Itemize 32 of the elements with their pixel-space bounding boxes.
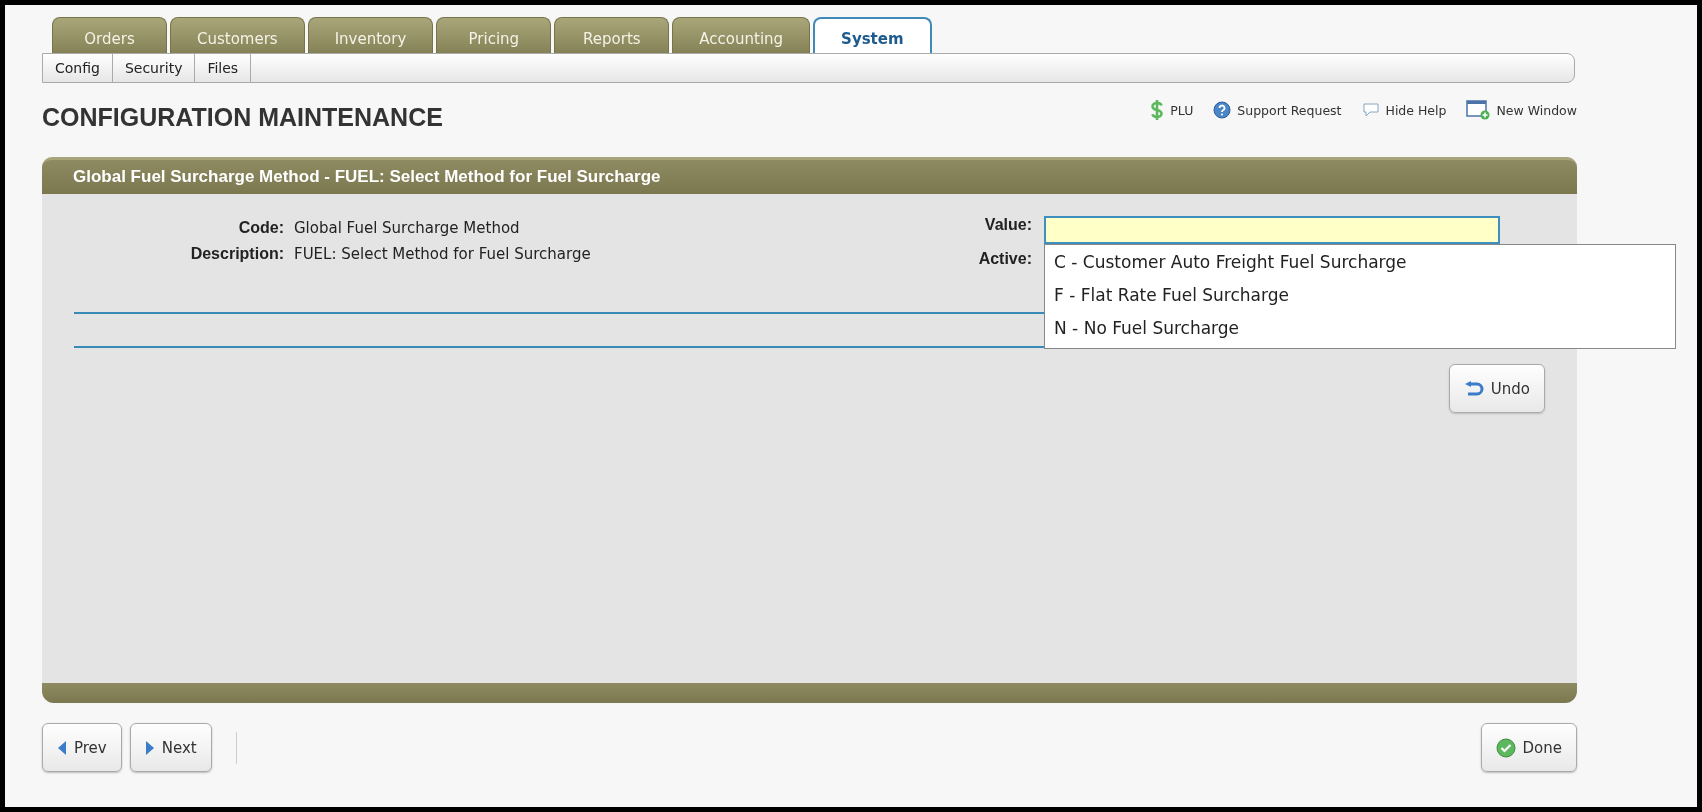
- subnav-tab[interactable]: Files: [195, 54, 252, 82]
- toolbar-link[interactable]: Hide Help: [1361, 102, 1447, 118]
- dropdown-option[interactable]: F - Flat Rate Fuel Surcharge: [1045, 280, 1675, 313]
- dropdown-option[interactable]: C - Customer Auto Freight Fuel Surcharge: [1045, 247, 1675, 280]
- speech-bubble-icon: [1361, 102, 1380, 118]
- value-input[interactable]: [1044, 216, 1500, 244]
- dollar-icon: [1150, 99, 1165, 121]
- field-label: Description:: [189, 245, 284, 263]
- toolbar-link[interactable]: New Window: [1466, 100, 1577, 120]
- field-value: Global Fuel Surcharge Method: [294, 219, 521, 237]
- nav-tab[interactable]: System: [813, 17, 932, 53]
- subnav-tab[interactable]: Config: [43, 54, 113, 82]
- undo-button[interactable]: Undo: [1448, 364, 1545, 413]
- help-icon: [1213, 101, 1232, 119]
- next-button[interactable]: Next: [129, 723, 212, 772]
- check-icon: [1495, 737, 1516, 758]
- panel-header: Global Fuel Surcharge Method - FUEL: Select Method for Fuel Surcharge: [42, 157, 1577, 194]
- new-window-icon: [1466, 100, 1491, 120]
- undo-arrow-icon: [1463, 380, 1484, 397]
- left-triangle-icon: [57, 739, 67, 756]
- prev-button[interactable]: Prev: [42, 723, 122, 772]
- done-button[interactable]: Done: [1480, 723, 1577, 772]
- field-value: FUEL: Select Method for Fuel Surcharge: [294, 245, 592, 263]
- subnav-tab[interactable]: Security: [112, 54, 196, 82]
- field-label: Value:: [983, 216, 1032, 235]
- page-title: CONFIGURATION MAINTENANCE: [42, 102, 444, 132]
- toolbar-link[interactable]: Support Request: [1213, 101, 1342, 119]
- right-triangle-icon: [144, 739, 155, 756]
- toolbar-link[interactable]: PLU: [1150, 99, 1194, 121]
- field-label: Code:: [237, 219, 284, 237]
- dropdown-option[interactable]: N - No Fuel Surcharge: [1045, 313, 1675, 346]
- field-label: Active:: [977, 250, 1032, 268]
